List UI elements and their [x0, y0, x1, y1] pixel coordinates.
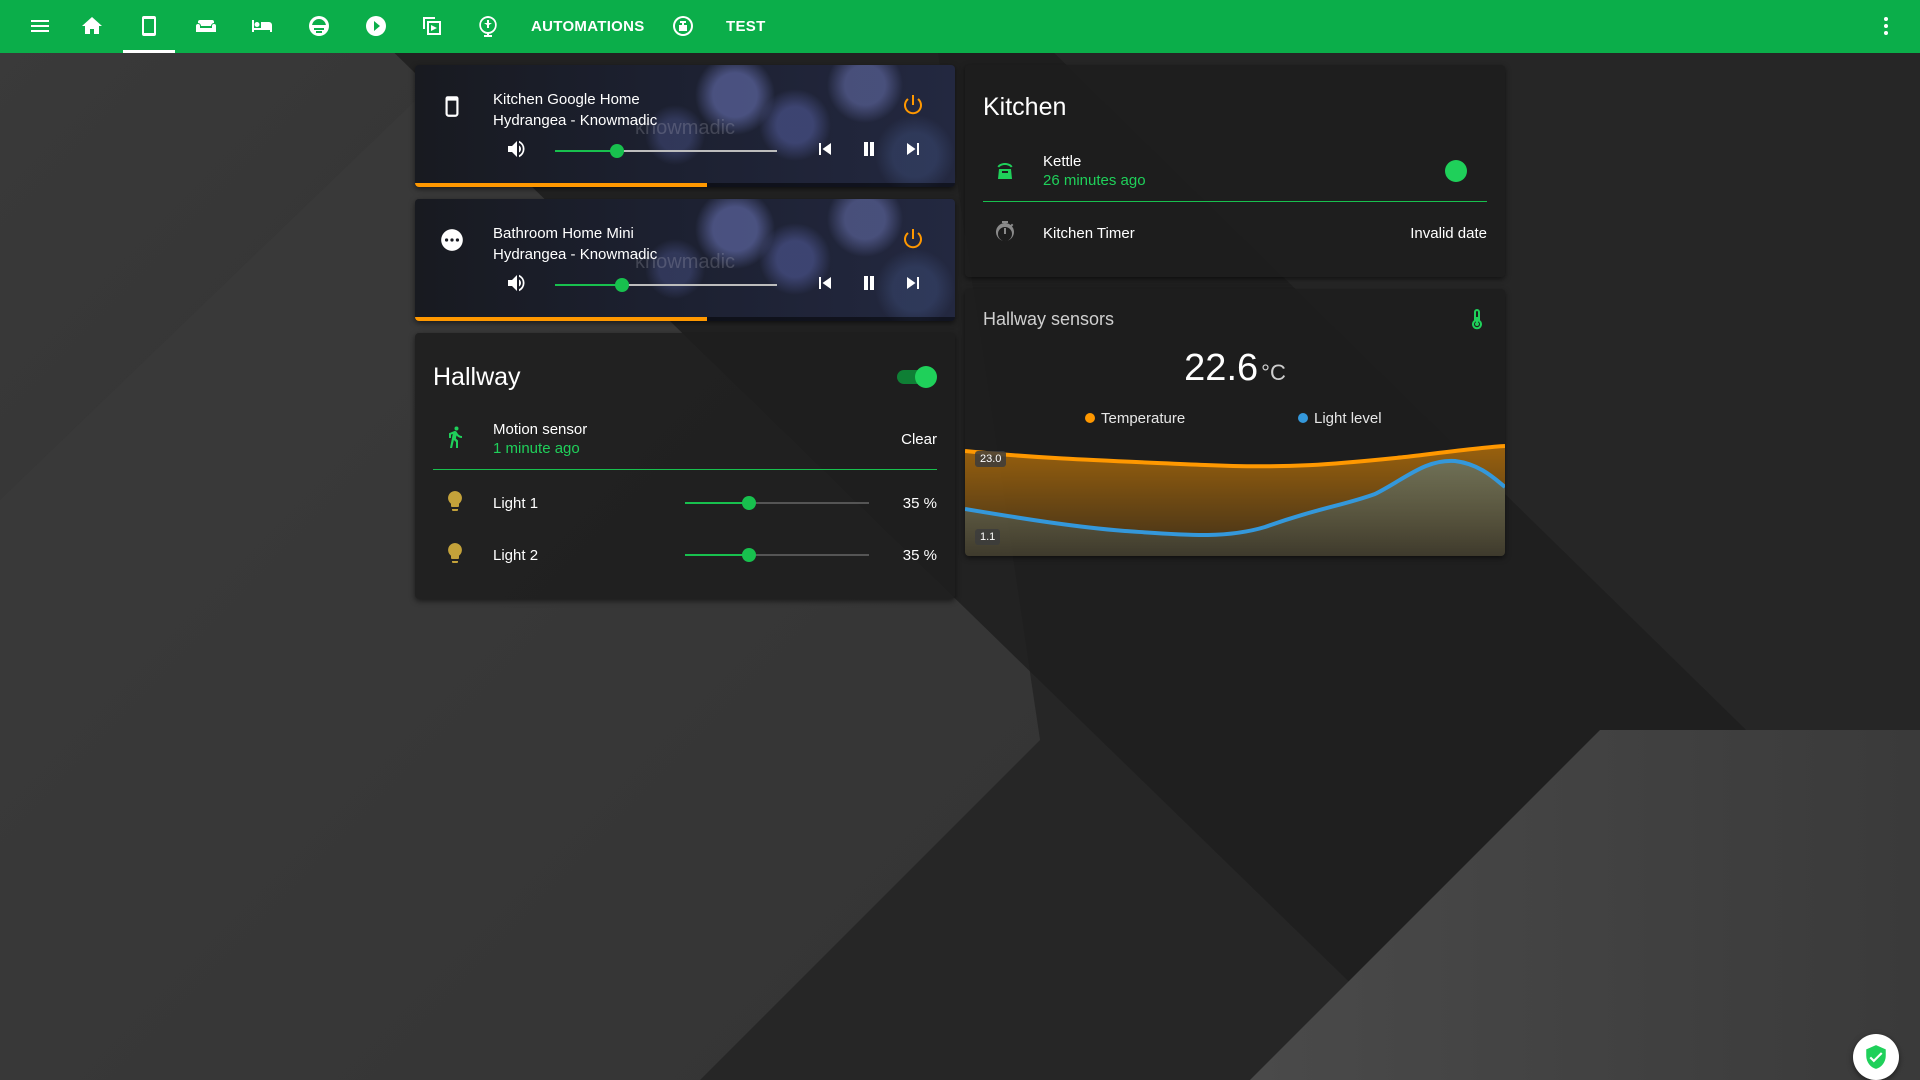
- sensor-card-title: Hallway sensors: [983, 309, 1115, 329]
- toggle-knob: [915, 366, 937, 388]
- volume-slider-fill: [555, 150, 618, 152]
- kettle-time: 26 minutes ago: [1043, 172, 1146, 189]
- graph-max-label: 23.0: [975, 451, 1007, 467]
- legend-temperature[interactable]: Temperature: [1085, 410, 1185, 427]
- next-track-icon[interactable]: [901, 271, 929, 299]
- media-player-name[interactable]: Kitchen Google Home: [493, 91, 640, 108]
- dots-vertical-icon[interactable]: [1870, 10, 1902, 42]
- kitchen-timer-name[interactable]: Kitchen Timer: [1043, 225, 1135, 242]
- light-slider-fill: [685, 554, 750, 556]
- kitchen-timer-value: Invalid date: [1410, 225, 1487, 242]
- kettle-state-indicator[interactable]: [1445, 160, 1467, 182]
- media-progress-fill: [415, 183, 707, 187]
- media-progress-bar[interactable]: [415, 183, 955, 187]
- dots-circle-icon: [439, 227, 467, 255]
- sofa-icon[interactable]: [190, 10, 222, 42]
- legend-label: Temperature: [1101, 410, 1186, 427]
- media-progress-fill: [415, 317, 707, 321]
- power-icon[interactable]: [901, 93, 927, 119]
- play-icon[interactable]: [360, 10, 392, 42]
- menu-icon[interactable]: [24, 10, 56, 42]
- media-player-bathroom: knowmadic Bathroom Home Mini Hydrangea -…: [415, 199, 955, 321]
- active-tab-indicator: [123, 50, 175, 53]
- legend-label: Light level: [1314, 410, 1382, 427]
- legend-light-level[interactable]: Light level: [1298, 410, 1382, 427]
- volume-slider[interactable]: [555, 144, 777, 158]
- kettle-name[interactable]: Kettle: [1043, 153, 1081, 170]
- sensor-history-graph: [965, 444, 1505, 556]
- volume-slider[interactable]: [555, 278, 777, 292]
- light-brightness-slider[interactable]: [685, 548, 869, 562]
- globe-icon[interactable]: [472, 10, 504, 42]
- power-icon[interactable]: [901, 227, 927, 253]
- home-icon[interactable]: [76, 10, 108, 42]
- light-brightness-slider[interactable]: [685, 496, 869, 510]
- timer-icon: [993, 220, 1021, 248]
- light-name[interactable]: Light 2: [493, 547, 538, 564]
- light-name[interactable]: Light 1: [493, 495, 538, 512]
- volume-icon[interactable]: [505, 137, 533, 165]
- lightbulb-icon[interactable]: [443, 541, 471, 569]
- media-track-title: Hydrangea - Knowmadic: [493, 112, 658, 129]
- motion-sensor-time: 1 minute ago: [493, 440, 580, 457]
- bed-icon[interactable]: [246, 10, 278, 42]
- previous-track-icon[interactable]: [813, 137, 841, 165]
- legend-dot: [1085, 413, 1095, 423]
- media-player-kitchen: knowmadic Kitchen Google Home Hydrangea …: [415, 65, 955, 187]
- card-title: Hallway: [433, 363, 521, 391]
- light-brightness-value: 35 %: [902, 495, 937, 512]
- lightbulb-icon[interactable]: [443, 489, 471, 517]
- hallway-card: Hallway Motion sensor 1 minute ago Clear…: [415, 333, 955, 599]
- kitchen-card: Kitchen Kettle 26 minutes ago Kitchen Ti…: [965, 65, 1505, 277]
- hallway-sensors-card: Hallway sensors 22.6 °C Temperature Light…: [965, 289, 1505, 556]
- media-track-title: Hydrangea - Knowmadic: [493, 246, 658, 263]
- light-slider-knob[interactable]: [742, 548, 757, 562]
- tab-test[interactable]: TEST: [726, 0, 766, 53]
- kettle-icon: [993, 159, 1021, 187]
- weather-icon[interactable]: [303, 10, 335, 42]
- walk-icon: [443, 425, 471, 453]
- volume-slider-knob[interactable]: [614, 278, 629, 292]
- pause-icon[interactable]: [857, 271, 885, 299]
- next-track-icon[interactable]: [901, 137, 929, 165]
- shield-check-icon: [1866, 1045, 1886, 1069]
- row-divider: [433, 469, 937, 470]
- motion-sensor-state: Clear: [901, 431, 937, 448]
- thermometer-icon: [1465, 307, 1493, 335]
- motion-sensor-name[interactable]: Motion sensor: [493, 421, 587, 438]
- pause-icon[interactable]: [857, 137, 885, 165]
- phone-icon[interactable]: [133, 10, 165, 42]
- media-player-name[interactable]: Bathroom Home Mini: [493, 225, 634, 242]
- robot-icon[interactable]: [667, 10, 699, 42]
- top-app-bar: AUTOMATIONS TEST: [0, 0, 1920, 53]
- media-progress-bar[interactable]: [415, 317, 955, 321]
- sensor-value-number: 22.6: [1184, 347, 1259, 389]
- dashboard-background: [0, 0, 1920, 1080]
- tab-automations[interactable]: AUTOMATIONS: [531, 0, 645, 53]
- multi-window-icon[interactable]: [416, 10, 448, 42]
- legend-dot: [1298, 413, 1308, 423]
- graph-min-label: 1.1: [975, 529, 1001, 545]
- shield-check-button[interactable]: [1853, 1034, 1899, 1080]
- sensor-value: 22.6 °C: [965, 347, 1505, 390]
- row-divider: [983, 201, 1487, 202]
- light-slider-knob[interactable]: [742, 496, 757, 510]
- hallway-toggle[interactable]: [897, 366, 937, 388]
- light-slider-fill: [685, 502, 750, 504]
- card-title: Kitchen: [983, 93, 1067, 121]
- sensor-unit: °C: [1261, 360, 1286, 385]
- speaker-icon: [439, 93, 467, 121]
- volume-icon[interactable]: [505, 271, 533, 299]
- volume-slider-fill: [555, 284, 622, 286]
- previous-track-icon[interactable]: [813, 271, 841, 299]
- light-brightness-value: 35 %: [902, 547, 937, 564]
